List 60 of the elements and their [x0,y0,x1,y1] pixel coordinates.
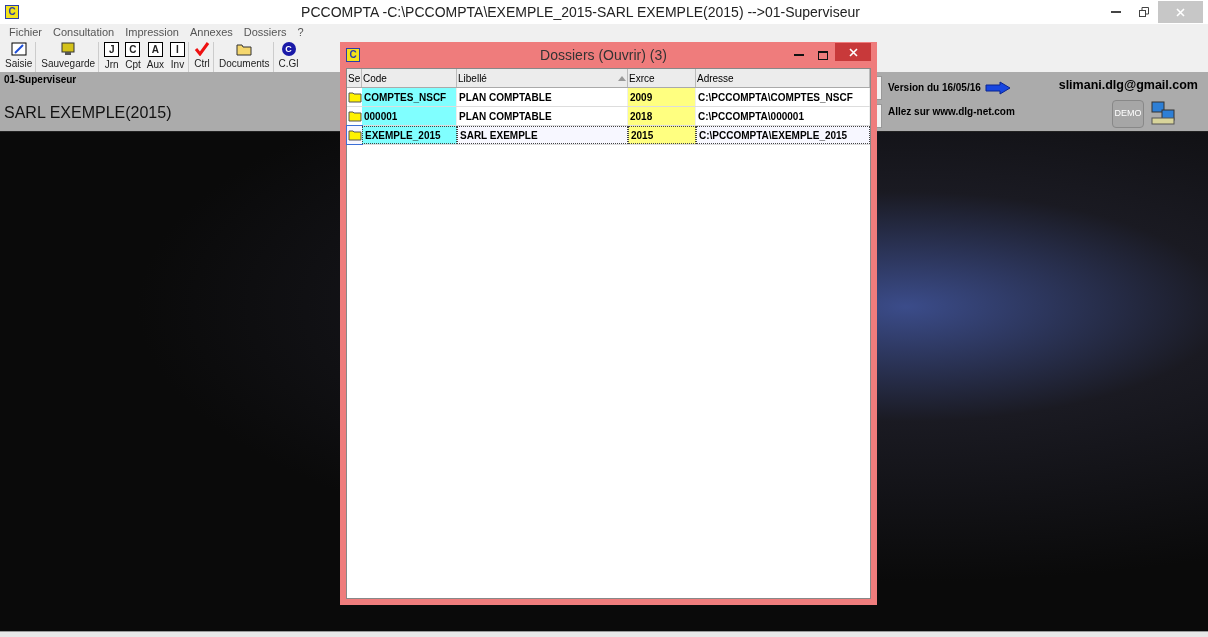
table-cell: C:\PCCOMPTA\COMPTES_NSCF [696,88,870,106]
column-header[interactable]: Exrce [628,69,696,87]
menu-item[interactable]: ? [297,23,304,41]
app-logo-icon: C [5,5,19,19]
letter-icon: I [170,42,185,57]
table-cell: SARL EXEMPLE [457,126,628,144]
arrow-right-icon [984,80,1011,95]
toolbar-button[interactable]: C Cpt [122,42,144,72]
window-title: PCCOMPTA -C:\PCCOMPTA\EXEMPLE_2015-SARL EXEMPLE(2015) -->01-Superviseur [300,2,861,22]
table-cell: 000001 [362,107,457,125]
table-row[interactable]: EXEMPLE_2015 SARL EXEMPLE 2015 C:\PCCOMPTA\EXEMPLE_2015 [347,126,870,145]
column-header[interactable]: Libellé [457,69,628,87]
toolbar-button[interactable]: J Jrn [101,42,123,72]
folder-icon [347,91,362,103]
menu-item[interactable]: Fichier [9,23,42,41]
table-cell: 2015 [628,126,696,144]
close-button[interactable] [835,43,871,61]
column-header[interactable]: Se [347,69,362,87]
folder-icon [347,129,362,141]
table-cell: 2018 [628,107,696,125]
app-logo-icon: C [346,48,360,62]
restore-icon [1139,7,1149,17]
minimize-icon [1111,11,1121,13]
email-label: slimani.dlg@gmail.com [1058,77,1198,94]
letter-icon: A [147,42,163,57]
version-label: Version du 16/05/16 [888,81,981,95]
column-header[interactable]: Code [362,69,457,87]
column-header[interactable]: Adresse [696,69,870,87]
menu-item[interactable]: Consultation [53,23,115,41]
close-icon [1176,7,1185,17]
letter-icon: J [104,42,120,57]
toolbar-button[interactable]: A Aux [143,42,167,72]
toolbar-button[interactable]: I Inv [167,42,189,72]
table-cell: C:\PCCOMPTA\000001 [696,107,870,125]
sort-arrow-icon [618,75,626,81]
user-label: 01-Superviseur [4,73,78,87]
table-cell: 2009 [628,88,696,106]
close-icon [848,47,858,57]
menu-item[interactable]: Annexes [189,23,233,41]
menu-item[interactable]: Dossiers [243,23,287,41]
table-cell: COMPTES_NSCF [362,88,457,106]
company-name: SARL EXEMPLE(2015) [4,103,173,123]
toolbar-button[interactable]: C C.Gl [275,42,302,72]
maximize-icon [818,50,828,60]
website-link[interactable]: Allez sur www.dlg-net.com [888,104,1028,119]
computer-icon [60,42,77,56]
folder-icon [236,42,253,56]
letter-icon: C [125,42,141,57]
letter-icon: C [281,42,296,56]
pen-icon [10,42,27,56]
table-cell: C:\PCCOMPTA\EXEMPLE_2015 [696,126,870,144]
minimize-icon [794,54,804,56]
computers-icon [1150,99,1178,128]
table-cell: EXEMPLE_2015 [362,126,457,144]
folder-icon [347,110,362,122]
table-row[interactable]: COMPTES_NSCF PLAN COMPTABLE 2009 C:\PCCOMPTA\COMPTES_NSCF [347,88,870,107]
menu-item[interactable]: Impression [125,23,179,41]
dialog-title: Dossiers (Ouvrir) (3) [539,45,668,65]
table-row[interactable]: 000001 PLAN COMPTABLE 2018 C:\PCCOMPTA\000001 [347,107,870,126]
checkmark-icon [194,42,210,56]
